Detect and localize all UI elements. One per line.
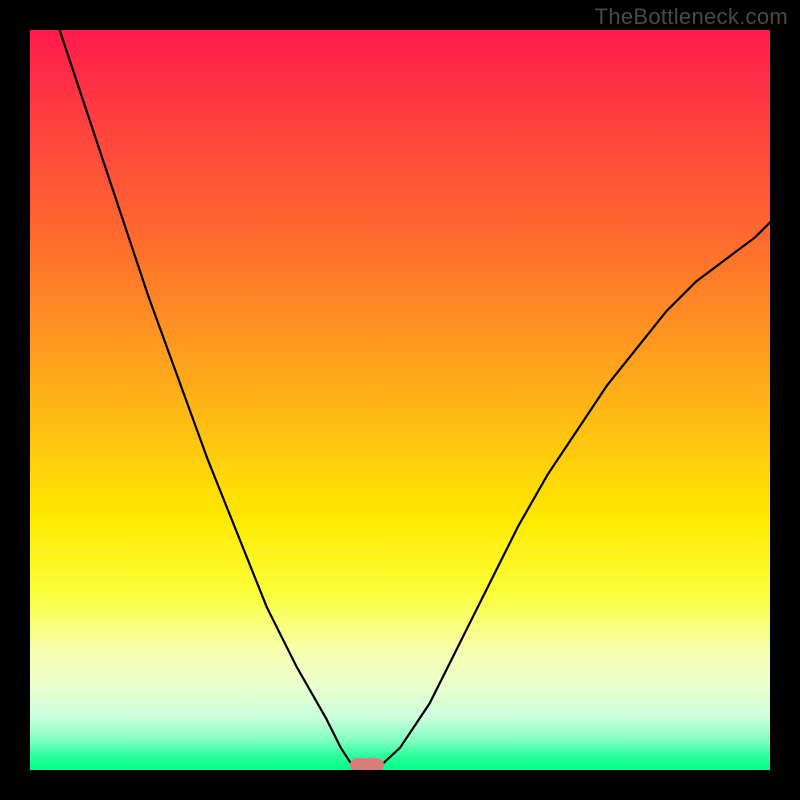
- chart-frame: TheBottleneck.com: [0, 0, 800, 800]
- bottleneck-marker: [350, 758, 384, 770]
- curve-layer: [30, 30, 770, 770]
- plot-area: [30, 30, 770, 770]
- curve-right: [382, 222, 771, 764]
- curve-left: [60, 30, 352, 765]
- watermark-text: TheBottleneck.com: [595, 4, 788, 30]
